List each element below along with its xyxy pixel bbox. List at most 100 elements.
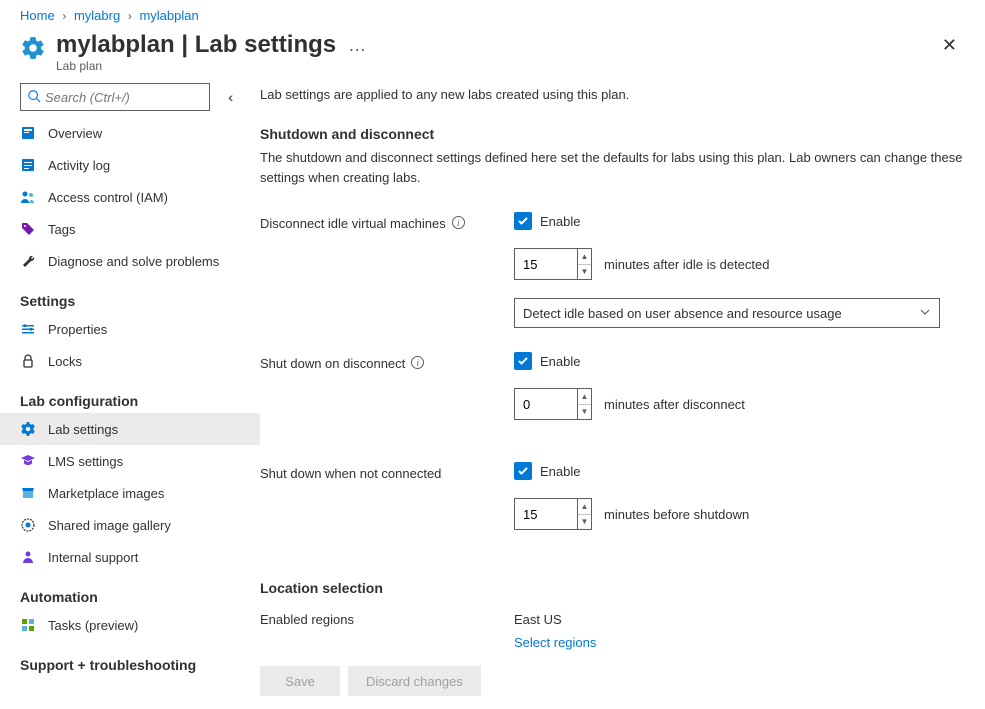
sidebar-item-label: Overview xyxy=(48,126,102,141)
sidebar-item-label: Activity log xyxy=(48,158,110,173)
dropdown-value: Detect idle based on user absence and re… xyxy=(523,306,919,321)
sidebar-item-lab-settings[interactable]: Lab settings xyxy=(0,413,260,445)
sidebar-item-label: Tags xyxy=(48,222,75,237)
enable-label: Enable xyxy=(540,354,580,369)
sidebar-item-label: Shared image gallery xyxy=(48,518,171,533)
spinner-up-icon[interactable]: ▲ xyxy=(578,249,591,265)
save-button[interactable]: Save xyxy=(260,666,340,696)
minutes-input[interactable] xyxy=(515,499,577,529)
sidebar-item-label: Access control (IAM) xyxy=(48,190,168,205)
enable-label: Enable xyxy=(540,214,580,229)
discard-button[interactable]: Discard changes xyxy=(348,666,481,696)
support-person-icon xyxy=(20,549,36,565)
marketplace-icon xyxy=(20,485,36,501)
footer-bar: Save Discard changes xyxy=(260,651,965,701)
sidebar-item-label: Lab settings xyxy=(48,422,118,437)
sidebar-item-label: Tasks (preview) xyxy=(48,618,138,633)
info-icon[interactable]: i xyxy=(452,216,465,229)
spinner-suffix: minutes after disconnect xyxy=(604,397,745,412)
sidebar-item-activity-log[interactable]: Activity log xyxy=(0,149,260,181)
enable-checkbox[interactable] xyxy=(514,352,532,370)
sidebar-group-settings: Settings xyxy=(0,277,260,313)
minutes-spinner[interactable]: ▲ ▼ xyxy=(514,498,592,530)
setting-label: Disconnect idle virtual machines xyxy=(260,216,446,231)
sidebar-item-tags[interactable]: Tags xyxy=(0,213,260,245)
sidebar-item-lms-settings[interactable]: LMS settings xyxy=(0,445,260,477)
search-input[interactable] xyxy=(20,83,210,111)
idle-detection-dropdown[interactable]: Detect idle based on user absence and re… xyxy=(514,298,940,328)
wrench-icon xyxy=(20,253,36,269)
breadcrumb: Home › mylabrg › mylabplan xyxy=(0,0,985,27)
spinner-down-icon[interactable]: ▼ xyxy=(578,265,591,280)
minutes-input[interactable] xyxy=(515,249,577,279)
overview-icon xyxy=(20,125,36,141)
spinner-suffix: minutes after idle is detected xyxy=(604,257,769,272)
select-regions-link[interactable]: Select regions xyxy=(514,627,965,650)
setting-label: Enabled regions xyxy=(260,612,354,627)
setting-disconnect-idle: Disconnect idle virtual machines i Enabl… xyxy=(260,206,965,346)
more-icon[interactable]: … xyxy=(348,35,366,56)
spinner-down-icon[interactable]: ▼ xyxy=(578,405,591,420)
page-title: mylabplan | Lab settings xyxy=(56,31,336,59)
sidebar-item-label: Properties xyxy=(48,322,107,337)
gallery-icon xyxy=(20,517,36,533)
minutes-spinner[interactable]: ▲ ▼ xyxy=(514,248,592,280)
tasks-icon xyxy=(20,617,36,633)
search-field[interactable] xyxy=(41,88,209,107)
people-icon xyxy=(20,189,36,205)
page-header: mylabplan | Lab settings … Lab plan ✕ xyxy=(0,27,985,83)
section-shutdown-title: Shutdown and disconnect xyxy=(260,112,965,148)
sidebar: ‹‹ Overview Activity log Access control … xyxy=(0,83,260,701)
section-location-title: Location selection xyxy=(260,566,965,602)
lock-icon xyxy=(20,353,36,369)
sidebar-item-label: Diagnose and solve problems xyxy=(48,254,219,269)
breadcrumb-separator: › xyxy=(62,9,66,23)
sidebar-item-label: Marketplace images xyxy=(48,486,164,501)
tag-icon xyxy=(20,221,36,237)
properties-icon xyxy=(20,321,36,337)
collapse-sidebar-icon[interactable]: ‹‹ xyxy=(228,89,229,105)
gear-icon xyxy=(20,35,46,61)
breadcrumb-plan[interactable]: mylabplan xyxy=(139,8,198,23)
intro-text: Lab settings are applied to any new labs… xyxy=(260,83,965,112)
setting-shutdown-on-disconnect: Shut down on disconnect i Enable xyxy=(260,346,965,456)
setting-shutdown-not-connected: Shut down when not connected Enable ▲ xyxy=(260,456,965,566)
gear-icon xyxy=(20,421,36,437)
info-icon[interactable]: i xyxy=(411,356,424,369)
search-icon xyxy=(27,89,41,106)
sidebar-item-access-control[interactable]: Access control (IAM) xyxy=(0,181,260,213)
spinner-up-icon[interactable]: ▲ xyxy=(578,499,591,515)
breadcrumb-separator: › xyxy=(128,9,132,23)
page-subtitle: Lab plan xyxy=(56,59,366,73)
sidebar-item-properties[interactable]: Properties xyxy=(0,313,260,345)
sidebar-group-automation: Automation xyxy=(0,573,260,609)
sidebar-item-label: LMS settings xyxy=(48,454,123,469)
graduation-icon xyxy=(20,453,36,469)
breadcrumb-home[interactable]: Home xyxy=(20,8,55,23)
sidebar-group-labconfig: Lab configuration xyxy=(0,377,260,413)
close-icon[interactable]: ✕ xyxy=(934,31,965,60)
spinner-down-icon[interactable]: ▼ xyxy=(578,515,591,530)
enabled-regions-value: East US xyxy=(514,608,965,627)
spinner-up-icon[interactable]: ▲ xyxy=(578,389,591,405)
sidebar-group-support: Support + troubleshooting xyxy=(0,641,260,677)
section-shutdown-desc: The shutdown and disconnect settings def… xyxy=(260,148,965,206)
sidebar-item-marketplace-images[interactable]: Marketplace images xyxy=(0,477,260,509)
sidebar-item-shared-image-gallery[interactable]: Shared image gallery xyxy=(0,509,260,541)
minutes-input[interactable] xyxy=(515,389,577,419)
sidebar-item-diagnose[interactable]: Diagnose and solve problems xyxy=(0,245,260,277)
chevron-down-icon xyxy=(919,306,931,321)
sidebar-item-overview[interactable]: Overview xyxy=(0,117,260,149)
spinner-suffix: minutes before shutdown xyxy=(604,507,749,522)
content-area: Lab settings are applied to any new labs… xyxy=(260,83,985,701)
enable-checkbox[interactable] xyxy=(514,462,532,480)
setting-label: Shut down when not connected xyxy=(260,466,441,481)
breadcrumb-rg[interactable]: mylabrg xyxy=(74,8,120,23)
activity-log-icon xyxy=(20,157,36,173)
sidebar-item-tasks[interactable]: Tasks (preview) xyxy=(0,609,260,641)
sidebar-item-label: Locks xyxy=(48,354,82,369)
sidebar-item-locks[interactable]: Locks xyxy=(0,345,260,377)
minutes-spinner[interactable]: ▲ ▼ xyxy=(514,388,592,420)
enable-checkbox[interactable] xyxy=(514,212,532,230)
sidebar-item-internal-support[interactable]: Internal support xyxy=(0,541,260,573)
